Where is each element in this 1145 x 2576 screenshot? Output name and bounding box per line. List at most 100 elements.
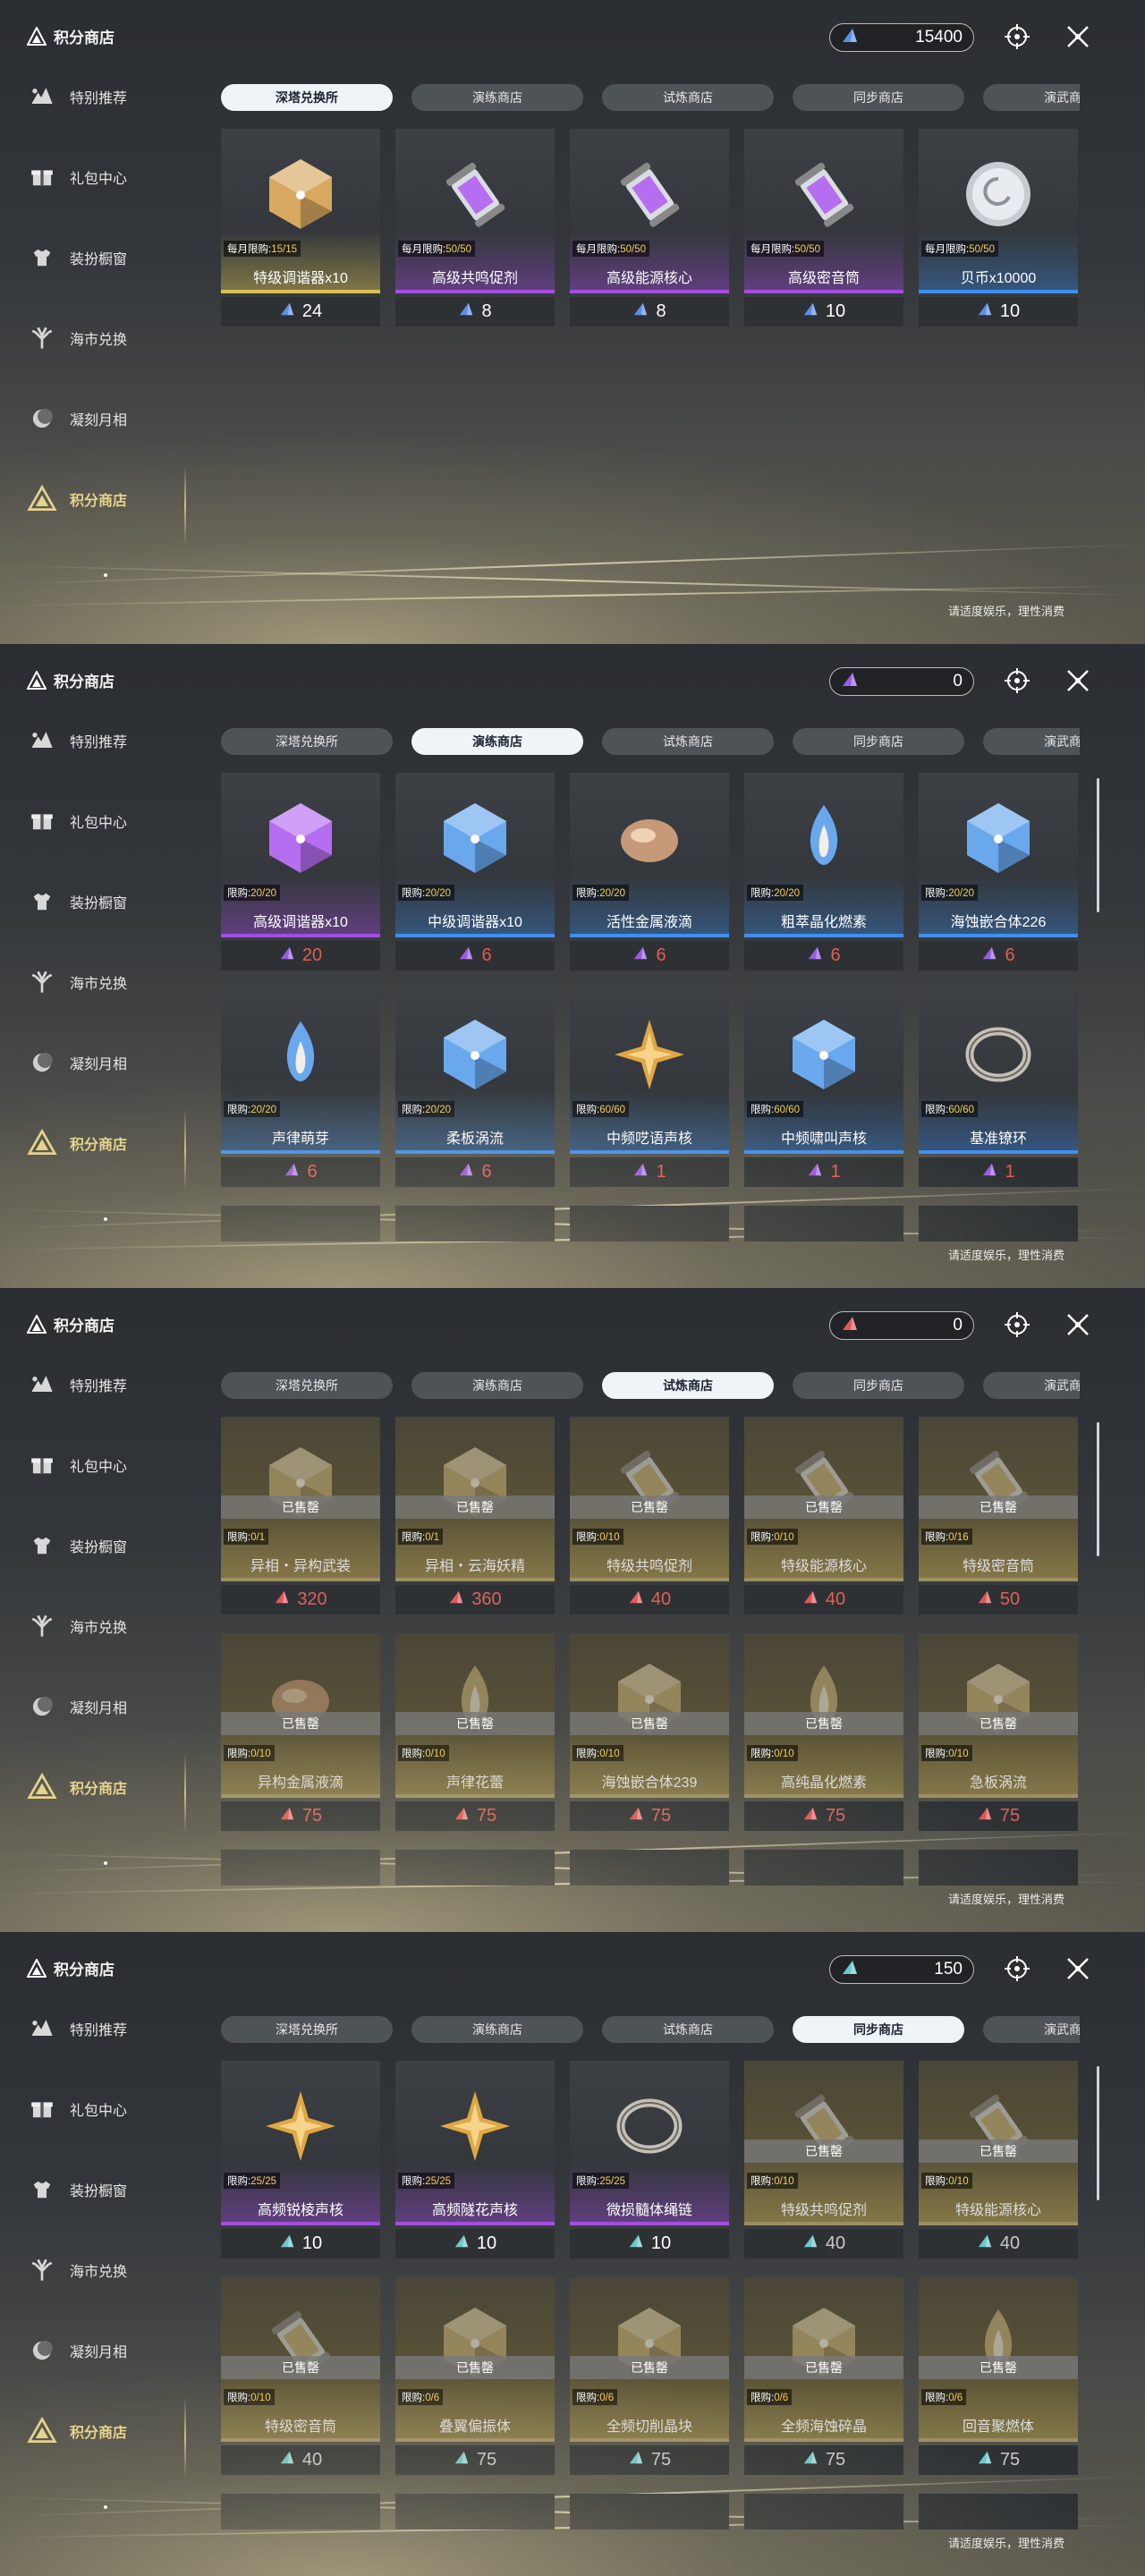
shop-item-card[interactable]: 已售罄 限购:0/1 异相・异构武装 320 (221, 1417, 380, 1622)
nav-outfit-window[interactable]: 装扮橱窗 (25, 877, 186, 927)
next-row-card[interactable] (919, 1206, 1078, 1241)
next-row-card[interactable] (395, 1206, 555, 1241)
nav-gift-center[interactable]: 礼包中心 (25, 1440, 186, 1490)
tab-sync-shop[interactable]: 同步商店 (793, 728, 964, 755)
nav-moon-phase[interactable]: 凝刻月相 (25, 1038, 186, 1088)
next-row-card[interactable] (221, 1206, 380, 1241)
close-button[interactable] (1063, 665, 1093, 696)
tab-deep-tower-exchange[interactable]: 深塔兑换所 (221, 2016, 393, 2043)
shop-item-card[interactable]: 限购:20/20 海蚀嵌合体226 6 (919, 773, 1078, 978)
next-row-card[interactable] (744, 2494, 903, 2529)
nav-market-exchange[interactable]: 海市兑换 (25, 2245, 186, 2295)
tab-drill-shop[interactable]: 演练商店 (411, 84, 583, 111)
shop-item-card[interactable]: 限购:20/20 活性金属液滴 6 (570, 773, 729, 978)
close-button[interactable] (1063, 21, 1093, 52)
tab-trial-shop[interactable]: 试炼商店 (602, 2016, 774, 2043)
tab-martial-shop[interactable]: 演武商店 (983, 1372, 1080, 1399)
tab-trial-shop[interactable]: 试炼商店 (602, 728, 774, 755)
nav-special-recommend[interactable]: 特别推荐 (25, 716, 186, 766)
tab-sync-shop[interactable]: 同步商店 (793, 84, 964, 111)
tab-deep-tower-exchange[interactable]: 深塔兑换所 (221, 728, 393, 755)
next-row-card[interactable] (744, 1206, 903, 1241)
scrollbar[interactable] (1097, 1422, 1099, 1556)
next-row-card[interactable] (570, 2494, 729, 2529)
close-button[interactable] (1063, 1309, 1093, 1340)
next-row-card[interactable] (395, 2494, 555, 2529)
next-row-card[interactable] (744, 1850, 903, 1885)
shop-item-card[interactable]: 限购:20/20 粗萃晶化燃素 6 (744, 773, 903, 978)
nav-special-recommend[interactable]: 特别推荐 (25, 1360, 186, 1410)
nav-outfit-window[interactable]: 装扮橱窗 (25, 2165, 186, 2215)
target-button[interactable] (1002, 1953, 1032, 1984)
shop-item-card[interactable]: 限购:20/20 柔板涡流 6 (395, 989, 555, 1194)
shop-item-card[interactable]: 已售罄 限购:0/10 声律花蕾 75 (395, 1633, 555, 1838)
shop-item-card[interactable]: 限购:60/60 基准镣环 1 (919, 989, 1078, 1194)
target-button[interactable] (1002, 21, 1032, 52)
shop-item-card[interactable]: 每月限购:50/50 高级能源核心 8 (570, 129, 729, 334)
tab-martial-shop[interactable]: 演武商店 (983, 84, 1080, 111)
next-row-card[interactable] (919, 1850, 1078, 1885)
nav-moon-phase[interactable]: 凝刻月相 (25, 1682, 186, 1732)
shop-item-card[interactable]: 每月限购:15/15 特级调谐器x10 24 (221, 129, 380, 334)
scrollbar[interactable] (1097, 778, 1099, 912)
tab-drill-shop[interactable]: 演练商店 (411, 1372, 583, 1399)
target-button[interactable] (1002, 665, 1032, 696)
tab-sync-shop[interactable]: 同步商店 (793, 2016, 964, 2043)
nav-points-shop[interactable]: 积分商店 (25, 1118, 186, 1168)
shop-item-card[interactable]: 每月限购:50/50 高级共鸣促剂 8 (395, 129, 555, 334)
currency-counter[interactable]: 0 (829, 667, 974, 696)
shop-item-card[interactable]: 已售罄 限购:0/6 叠翼偏振体 75 (395, 2277, 555, 2482)
nav-moon-phase[interactable]: 凝刻月相 (25, 394, 186, 444)
nav-special-recommend[interactable]: 特别推荐 (25, 2004, 186, 2054)
nav-gift-center[interactable]: 礼包中心 (25, 152, 186, 202)
shop-item-card[interactable]: 已售罄 限购:0/10 特级能源核心 40 (744, 1417, 903, 1622)
shop-item-card[interactable]: 已售罄 限购:0/10 海蚀嵌合体239 75 (570, 1633, 729, 1838)
nav-gift-center[interactable]: 礼包中心 (25, 2084, 186, 2134)
scrollbar[interactable] (1097, 2066, 1099, 2200)
tab-sync-shop[interactable]: 同步商店 (793, 1372, 964, 1399)
shop-item-card[interactable]: 已售罄 限购:0/10 高纯晶化燃素 75 (744, 1633, 903, 1838)
next-row-card[interactable] (221, 1850, 380, 1885)
shop-item-card[interactable]: 限购:20/20 高级调谐器x10 20 (221, 773, 380, 978)
next-row-card[interactable] (919, 2494, 1078, 2529)
nav-gift-center[interactable]: 礼包中心 (25, 796, 186, 846)
nav-points-shop[interactable]: 积分商店 (25, 1762, 186, 1812)
nav-outfit-window[interactable]: 装扮橱窗 (25, 1521, 186, 1571)
shop-item-card[interactable]: 已售罄 限购:0/6 全频切削晶块 75 (570, 2277, 729, 2482)
tab-deep-tower-exchange[interactable]: 深塔兑换所 (221, 84, 393, 111)
next-row-card[interactable] (221, 2494, 380, 2529)
tab-martial-shop[interactable]: 演武商店 (983, 728, 1080, 755)
shop-item-card[interactable]: 已售罄 限购:0/10 异构金属液滴 75 (221, 1633, 380, 1838)
tab-martial-shop[interactable]: 演武商店 (983, 2016, 1080, 2043)
shop-item-card[interactable]: 已售罄 限购:0/6 回音聚燃体 75 (919, 2277, 1078, 2482)
shop-item-card[interactable]: 限购:25/25 高频锐棱声核 10 (221, 2061, 380, 2266)
nav-market-exchange[interactable]: 海市兑换 (25, 1601, 186, 1651)
tab-deep-tower-exchange[interactable]: 深塔兑换所 (221, 1372, 393, 1399)
shop-item-card[interactable]: 已售罄 限购:0/6 全频海蚀碎晶 75 (744, 2277, 903, 2482)
currency-counter[interactable]: 0 (829, 1311, 974, 1340)
next-row-card[interactable] (395, 1850, 555, 1885)
currency-counter[interactable]: 150 (829, 1955, 974, 1984)
next-row-card[interactable] (570, 1206, 729, 1241)
shop-item-card[interactable]: 限购:20/20 声律萌芽 6 (221, 989, 380, 1194)
nav-special-recommend[interactable]: 特别推荐 (25, 72, 186, 122)
nav-points-shop[interactable]: 积分商店 (25, 474, 186, 524)
nav-points-shop[interactable]: 积分商店 (25, 2406, 186, 2456)
shop-item-card[interactable]: 已售罄 限购:0/10 特级共鸣促剂 40 (744, 2061, 903, 2266)
shop-item-card[interactable]: 限购:25/25 高频隧花声核 10 (395, 2061, 555, 2266)
tab-drill-shop[interactable]: 演练商店 (411, 728, 583, 755)
shop-item-card[interactable]: 限购:60/60 中频呓语声核 1 (570, 989, 729, 1194)
shop-item-card[interactable]: 每月限购:50/50 高级密音筒 10 (744, 129, 903, 334)
nav-market-exchange[interactable]: 海市兑换 (25, 957, 186, 1007)
shop-item-card[interactable]: 每月限购:50/50 贝币x10000 10 (919, 129, 1078, 334)
shop-item-card[interactable]: 已售罄 限购:0/10 特级密音筒 40 (221, 2277, 380, 2482)
shop-item-card[interactable]: 已售罄 限购:0/1 异相・云海妖精 360 (395, 1417, 555, 1622)
shop-item-card[interactable]: 已售罄 限购:0/16 特级密音筒 50 (919, 1417, 1078, 1622)
nav-market-exchange[interactable]: 海市兑换 (25, 313, 186, 363)
nav-outfit-window[interactable]: 装扮橱窗 (25, 233, 186, 283)
shop-item-card[interactable]: 已售罄 限购:0/10 急板涡流 75 (919, 1633, 1078, 1838)
tab-drill-shop[interactable]: 演练商店 (411, 2016, 583, 2043)
shop-item-card[interactable]: 限购:25/25 微损髓体绳链 10 (570, 2061, 729, 2266)
next-row-card[interactable] (570, 1850, 729, 1885)
currency-counter[interactable]: 15400 (829, 23, 974, 52)
